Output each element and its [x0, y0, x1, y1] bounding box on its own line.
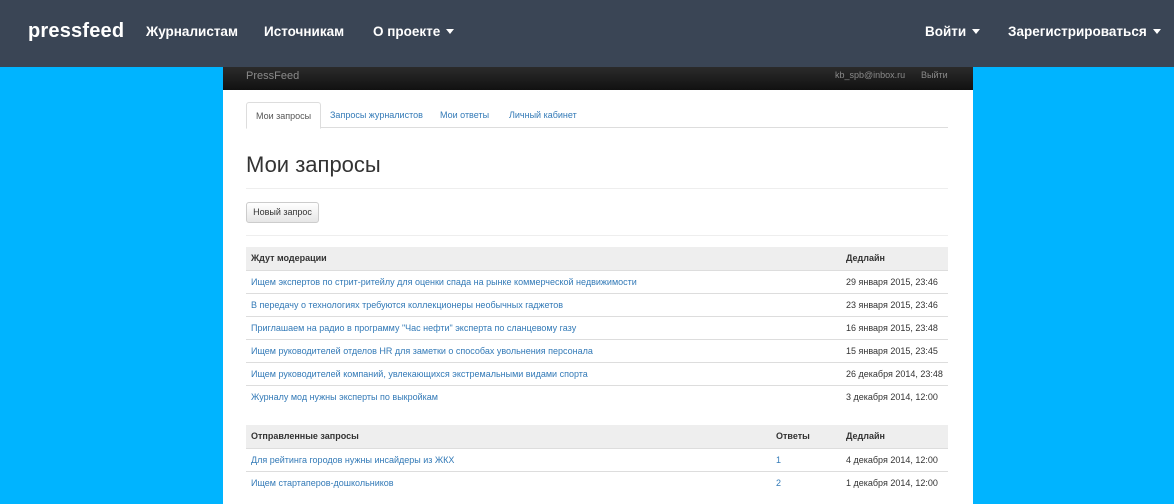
top-navbar: pressfeed Журналистам Источникам О проек…: [0, 0, 1174, 67]
nav-sources[interactable]: Источникам: [264, 24, 344, 39]
col-header-deadline: Дедлайн: [841, 247, 948, 270]
request-link[interactable]: Для рейтинга городов нужны инсайдеры из …: [246, 447, 771, 471]
divider: [246, 235, 948, 236]
embedded-page: PressFeed kb_spb@inbox.ru Выйти Мои запр…: [223, 67, 973, 504]
request-link[interactable]: Ищем руководителей отделов HR для заметк…: [246, 338, 841, 362]
nav-login-dropdown[interactable]: Войти: [925, 24, 981, 39]
request-link[interactable]: Ищем стартаперов-дошкольников: [246, 470, 771, 494]
table-row: Ищем экспертов по стрит-ритейлу для оцен…: [246, 269, 948, 293]
tab-journalist-requests[interactable]: Запросы журналистов: [321, 102, 432, 128]
deadline-cell: 16 января 2015, 23:48: [841, 315, 948, 339]
nav-login-label: Войти: [925, 24, 967, 39]
table-row: Ищем стартаперов-дошкольников 2 1 декабря …: [246, 470, 948, 494]
col-header-title: Ждут модерации: [246, 247, 841, 270]
col-header-title: Отправленные запросы: [246, 425, 771, 448]
nav-about-label: О проекте: [373, 24, 441, 39]
deadline-cell: 4 декабря 2014, 12:00: [841, 447, 948, 471]
tabs: Мои запросы Запросы журналистов Мои отве…: [246, 102, 948, 129]
logout-link[interactable]: Выйти: [921, 70, 948, 80]
inner-brand[interactable]: PressFeed: [246, 70, 299, 82]
inner-navbar: PressFeed kb_spb@inbox.ru Выйти: [223, 67, 973, 90]
deadline-cell: 23 января 2015, 23:46: [841, 292, 948, 316]
deadline-cell: 26 декабря 2014, 23:48: [841, 361, 948, 385]
user-email[interactable]: kb_spb@inbox.ru: [835, 70, 905, 80]
tab-my-requests[interactable]: Мои запросы: [246, 102, 322, 129]
deadline-cell: 3 декабря 2014, 12:00: [841, 384, 948, 408]
request-link[interactable]: Ищем экспертов по стрит-ритейлу для оцен…: [246, 269, 841, 293]
chevron-down-icon: [446, 29, 455, 34]
request-link[interactable]: В передачу о технологиях требуются колле…: [246, 292, 841, 316]
table-row: Приглашаем на радио в программу "Час неф…: [246, 315, 948, 339]
divider: [246, 188, 948, 189]
answers-link[interactable]: 2: [771, 470, 841, 494]
deadline-cell: 29 января 2015, 23:46: [841, 269, 948, 293]
sent-requests-table: Отправленные запросы Ответы Дедлайн Для …: [246, 425, 948, 494]
nav-journalists[interactable]: Журналистам: [146, 24, 238, 39]
table-header-row: Отправленные запросы Ответы Дедлайн: [246, 425, 948, 448]
answers-link[interactable]: 1: [771, 447, 841, 471]
table-header-row: Ждут модерации Дедлайн: [246, 247, 948, 270]
table-row: В передачу о технологиях требуются колле…: [246, 292, 948, 316]
request-link[interactable]: Ищем руководителей компаний, увлекающихс…: [246, 361, 841, 385]
table-row: Ищем руководителей компаний, увлекающихс…: [246, 361, 948, 385]
deadline-cell: 1 декабря 2014, 12:00: [841, 470, 948, 494]
table-row: Журналу мод нужны эксперты по выкройкам 3…: [246, 384, 948, 408]
chevron-down-icon: [1152, 29, 1161, 34]
brand-logo[interactable]: pressfeed: [28, 20, 124, 43]
col-header-answers: Ответы: [771, 425, 841, 448]
nav-about-dropdown[interactable]: О проекте: [373, 24, 455, 39]
request-link[interactable]: Журналу мод нужны эксперты по выкройкам: [246, 384, 841, 408]
tab-my-answers[interactable]: Мои ответы: [431, 102, 498, 128]
request-link[interactable]: Приглашаем на радио в программу "Час неф…: [246, 315, 841, 339]
new-request-button[interactable]: Новый запрос: [246, 202, 319, 223]
table-row: Ищем руководителей отделов HR для заметк…: [246, 338, 948, 362]
page-title: Мои запросы: [246, 152, 381, 177]
nav-register-dropdown[interactable]: Зарегистрироваться: [1008, 24, 1161, 39]
deadline-cell: 15 января 2015, 23:45: [841, 338, 948, 362]
moderation-table: Ждут модерации Дедлайн Ищем экспертов по…: [246, 247, 948, 408]
nav-register-label: Зарегистрироваться: [1008, 24, 1147, 39]
table-row: Для рейтинга городов нужны инсайдеры из …: [246, 447, 948, 471]
tab-personal-account[interactable]: Личный кабинет: [500, 102, 586, 128]
col-header-deadline: Дедлайн: [841, 425, 948, 448]
chevron-down-icon: [972, 29, 981, 34]
